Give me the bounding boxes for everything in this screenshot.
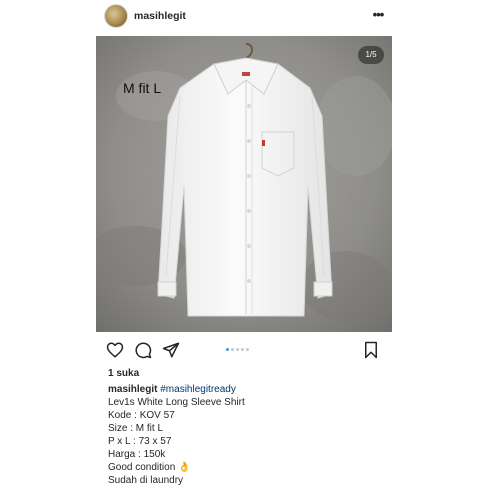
photo-overlay-text: M fit L: [123, 80, 162, 96]
carousel-dot: [241, 348, 244, 351]
action-bar: [96, 338, 392, 364]
instagram-post: masihlegit ••• M fit L 1/5 1 suka masihl…: [0, 0, 488, 488]
carousel-dot: [246, 348, 249, 351]
caption-first-line: masihlegit #masihlegitready: [108, 383, 388, 396]
post-username[interactable]: masihlegit: [134, 10, 186, 22]
more-horizontal-icon[interactable]: •••: [370, 8, 386, 22]
comment-icon[interactable]: [134, 341, 152, 359]
caption-hashtag[interactable]: #masihlegitready: [160, 384, 236, 395]
send-icon[interactable]: [162, 341, 180, 359]
heart-icon[interactable]: [106, 341, 124, 359]
caption-line: Lev1s White Long Sleeve Shirt: [108, 397, 245, 408]
carousel-dot-active: [226, 348, 229, 351]
caption-username[interactable]: masihlegit: [108, 384, 157, 395]
caption-line: Good condition 👌: [108, 462, 191, 473]
post-caption: masihlegit #masihlegitready Lev1s White …: [108, 383, 388, 487]
carousel-dot: [231, 348, 234, 351]
caption-line: P x L : 73 x 57: [108, 436, 172, 447]
caption-line: Size : M fit L: [108, 423, 164, 434]
post-header: masihlegit •••: [0, 0, 488, 34]
bookmark-icon[interactable]: [362, 341, 380, 359]
like-count[interactable]: 1 suka: [108, 368, 139, 380]
caption-line: Harga : 150k: [108, 449, 166, 460]
post-photo[interactable]: M fit L 1/5: [96, 36, 392, 332]
caption-line: Sudah di laundry: [108, 475, 184, 486]
carousel-dot: [236, 348, 239, 351]
caption-line: Kode : KOV 57: [108, 410, 175, 421]
avatar[interactable]: [104, 4, 128, 28]
slide-counter: 1/5: [358, 46, 384, 64]
carousel-dots: [226, 348, 251, 354]
